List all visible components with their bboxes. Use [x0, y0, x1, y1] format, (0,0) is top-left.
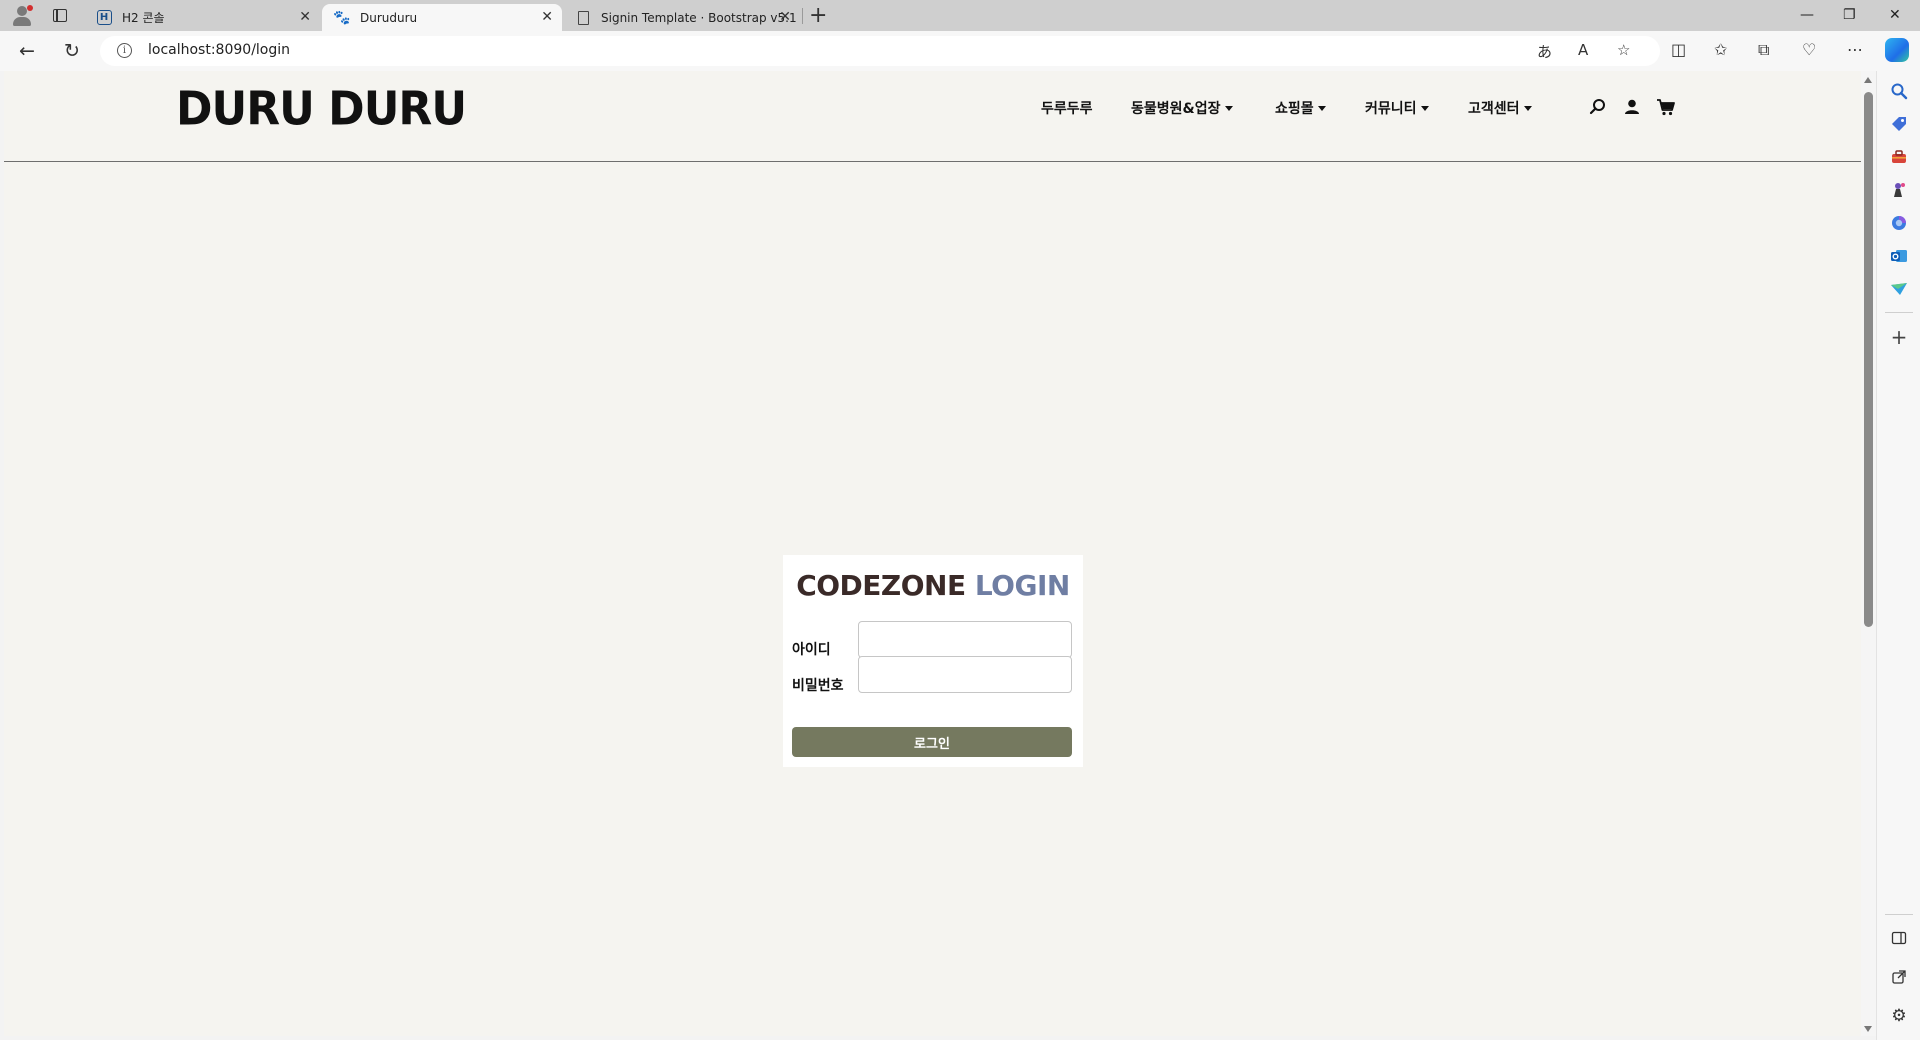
page-viewport: DURU DURU 두루두루 동물병원&업장 쇼핑몰 커뮤니티 고객센터 COD… — [4, 71, 1861, 1036]
tab-separator — [802, 8, 803, 24]
translate-icon[interactable]: あ — [1537, 41, 1552, 62]
collections-icon[interactable]: ⧉ — [1758, 40, 1769, 60]
profile-avatar-icon[interactable] — [10, 4, 34, 28]
browser-toolbar: ← ↻ i localhost:8090/login あ A ☆ ◫ ✩ ⧉ ♡… — [0, 31, 1920, 71]
id-label: 아이디 — [792, 642, 831, 658]
new-tab-button[interactable]: + — [809, 4, 827, 28]
back-button[interactable]: ← — [14, 38, 40, 64]
login-button[interactable]: 로그인 — [792, 727, 1072, 757]
nav-item-hospital[interactable]: 동물병원&업장 — [1131, 98, 1233, 118]
nav-label: 두루두루 — [1041, 101, 1093, 117]
cart-icon[interactable] — [1656, 97, 1676, 117]
sidebar-tools-icon[interactable] — [1889, 147, 1909, 167]
restore-button[interactable]: ❐ — [1843, 4, 1856, 26]
tab-title: Duruduru — [360, 10, 418, 25]
browser-tab-strip: H H2 콘솔 ✕ 🐾 Duruduru ✕ Signin Template ·… — [0, 0, 1920, 31]
url-text: localhost:8090/login — [148, 42, 291, 58]
sidebar-add-icon[interactable]: + — [1889, 325, 1909, 349]
scroll-up-arrow-icon[interactable] — [1864, 77, 1872, 83]
h2-icon: H — [96, 10, 112, 25]
minimize-button[interactable]: — — [1800, 4, 1814, 26]
caret-down-icon — [1420, 105, 1429, 111]
address-bar[interactable]: i localhost:8090/login あ A ☆ — [100, 36, 1660, 66]
sidebar-drop-icon[interactable] — [1889, 279, 1909, 299]
edge-sidebar: + ⚙ — [1876, 71, 1920, 1040]
page-scrollbar[interactable] — [1861, 71, 1876, 1036]
split-screen-icon[interactable]: ◫ — [1671, 40, 1686, 59]
sidebar-separator — [1885, 914, 1913, 915]
login-title-brand: CODEZONE — [796, 569, 966, 602]
paw-icon: 🐾 — [333, 9, 351, 26]
nav-item-community[interactable]: 커뮤니티 — [1365, 98, 1429, 118]
reload-button[interactable]: ↻ — [59, 38, 85, 64]
tab-title: Signin Template · Bootstrap v5.1 — [601, 10, 797, 25]
login-form: CODEZONE LOGIN 아이디 비밀번호 로그인 — [783, 555, 1083, 767]
sidebar-shopping-tag-icon[interactable] — [1889, 114, 1909, 134]
tab-actions-icon[interactable] — [53, 9, 67, 22]
id-input[interactable] — [858, 621, 1072, 658]
sidebar-open-external-icon[interactable] — [1889, 967, 1909, 987]
close-tab-icon[interactable]: ✕ — [779, 9, 791, 25]
sidebar-hide-pane-icon[interactable] — [1889, 928, 1909, 948]
document-icon — [577, 10, 589, 25]
nav-label: 쇼핑몰 — [1275, 101, 1314, 117]
site-logo[interactable]: DURU DURU — [176, 83, 467, 137]
favorite-star-icon[interactable]: ☆ — [1617, 41, 1630, 59]
nav-item-duruduru[interactable]: 두루두루 — [1041, 98, 1093, 118]
close-tab-icon[interactable]: ✕ — [299, 9, 311, 25]
nav-item-support[interactable]: 고객센터 — [1468, 98, 1532, 118]
sidebar-search-icon[interactable] — [1889, 81, 1909, 101]
favorites-icon[interactable]: ✩ — [1714, 40, 1727, 59]
browser-tab-h2[interactable]: H H2 콘솔 ✕ — [84, 4, 320, 31]
scroll-down-arrow-icon[interactable] — [1864, 1026, 1872, 1032]
login-title-login: LOGIN — [974, 569, 1070, 602]
site-header: DURU DURU 두루두루 동물병원&업장 쇼핑몰 커뮤니티 고객센터 — [4, 71, 1861, 162]
browser-tab-duruduru[interactable]: 🐾 Duruduru ✕ — [322, 4, 562, 31]
copilot-icon[interactable] — [1885, 38, 1909, 62]
close-tab-icon[interactable]: ✕ — [541, 9, 553, 25]
tab-title: H2 콘솔 — [122, 11, 165, 25]
sidebar-outlook-icon[interactable] — [1889, 246, 1909, 266]
nav-label: 커뮤니티 — [1365, 101, 1417, 117]
password-label: 비밀번호 — [792, 678, 844, 694]
nav-label: 동물병원&업장 — [1131, 101, 1221, 117]
sidebar-settings-gear-icon[interactable]: ⚙ — [1889, 1006, 1909, 1026]
password-input[interactable] — [858, 656, 1072, 693]
search-icon[interactable] — [1588, 97, 1608, 117]
more-options-icon[interactable]: ⋯ — [1847, 40, 1863, 59]
nav-label: 고객센터 — [1468, 101, 1520, 117]
browser-tab-signin[interactable]: Signin Template · Bootstrap v5.1 ✕ — [563, 4, 800, 31]
browser-essentials-icon[interactable]: ♡ — [1802, 40, 1816, 59]
sidebar-m365-icon[interactable] — [1889, 213, 1909, 233]
read-aloud-icon[interactable]: A — [1578, 41, 1588, 59]
scrollbar-thumb[interactable] — [1864, 92, 1873, 627]
nav-item-shop[interactable]: 쇼핑몰 — [1275, 98, 1326, 118]
caret-down-icon — [1317, 105, 1326, 111]
login-title: CODEZONE LOGIN — [783, 569, 1083, 602]
site-info-icon[interactable]: i — [117, 43, 132, 58]
close-window-button[interactable]: ✕ — [1889, 4, 1901, 26]
sidebar-separator — [1885, 312, 1913, 313]
caret-down-icon — [1523, 105, 1532, 111]
user-icon[interactable] — [1622, 97, 1642, 117]
sidebar-games-icon[interactable] — [1889, 180, 1909, 200]
caret-down-icon — [1224, 105, 1233, 111]
